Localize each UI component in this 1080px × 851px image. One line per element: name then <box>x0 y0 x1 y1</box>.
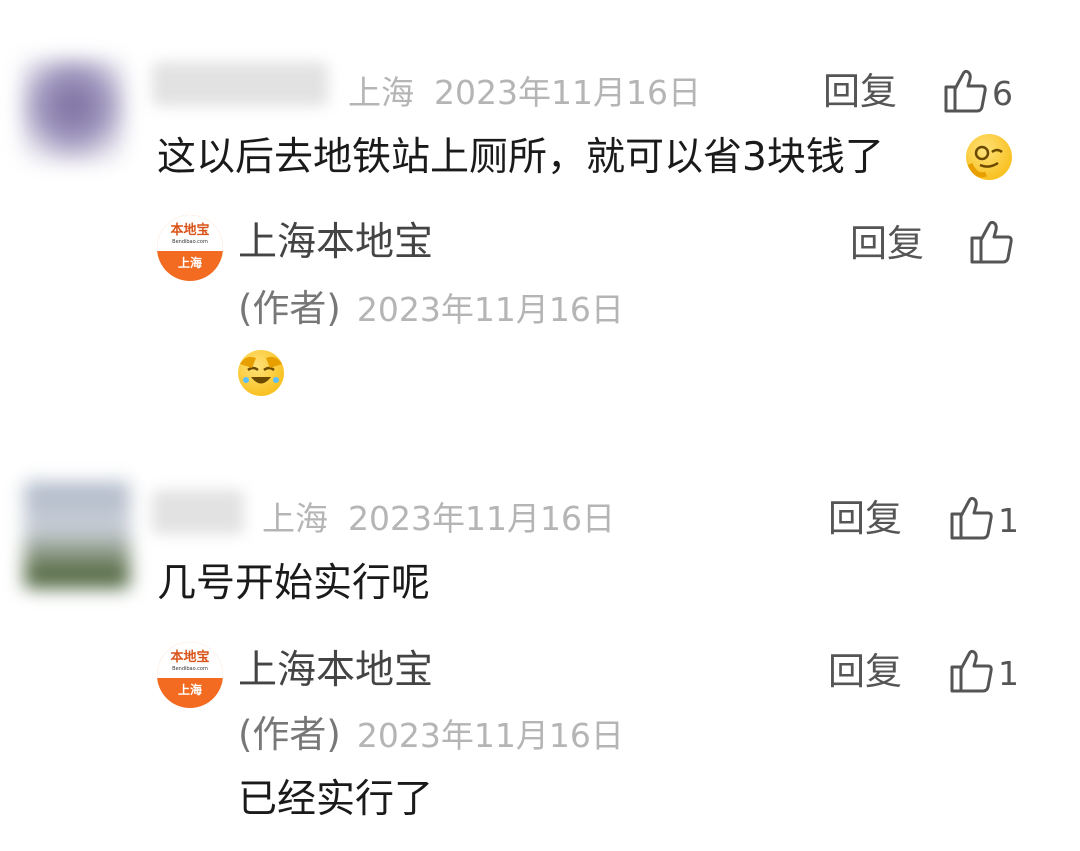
reply-button[interactable]: 回复 <box>828 500 902 537</box>
author-tag: (作者) <box>238 287 341 330</box>
username-blurred[interactable] <box>152 62 328 106</box>
user-avatar[interactable] <box>20 58 126 164</box>
like-button[interactable]: 6 <box>944 68 1013 118</box>
thumbs-up-icon <box>950 495 994 545</box>
reply-text: 已经实行了 <box>238 777 434 822</box>
facepalm-laughing-emoji-icon <box>238 350 284 396</box>
reply-button[interactable]: 回复 <box>828 653 902 690</box>
comment-meta: 上海 2023年11月16日 <box>262 502 615 535</box>
like-count: 6 <box>992 73 1013 113</box>
like-button[interactable] <box>970 219 1014 269</box>
author-name[interactable]: 上海本地宝 <box>238 651 433 690</box>
author-tag: (作者) <box>238 713 341 756</box>
like-button[interactable]: 1 <box>950 495 1019 545</box>
username-blurred[interactable] <box>152 490 244 534</box>
date-label: 2023年11月16日 <box>356 290 624 329</box>
author-logo[interactable]: 本地宝 Bendibao.com 上海 <box>157 642 223 708</box>
reply-button[interactable]: 回复 <box>850 225 924 262</box>
comment-meta: 上海 2023年11月16日 <box>348 76 701 109</box>
like-count: 1 <box>998 500 1019 540</box>
date-label: 2023年11月16日 <box>348 499 615 538</box>
user-avatar[interactable] <box>24 482 130 588</box>
comment-text: 这以后去地铁站上厕所，就可以省3块钱了 <box>157 135 884 180</box>
author-logo[interactable]: 本地宝 Bendibao.com 上海 <box>157 215 223 281</box>
location-label: 上海 <box>348 73 414 112</box>
thumbs-up-icon <box>944 68 988 118</box>
reply-button[interactable]: 回复 <box>823 73 897 110</box>
thumbs-up-icon <box>970 219 1014 269</box>
thumbs-up-icon <box>950 648 994 698</box>
smirking-monocle-emoji-icon <box>966 134 1012 180</box>
location-label: 上海 <box>262 499 328 538</box>
comment-text: 几号开始实行呢 <box>157 561 431 606</box>
date-label: 2023年11月16日 <box>434 73 701 112</box>
like-count: 1 <box>998 653 1019 693</box>
like-button[interactable]: 1 <box>950 648 1019 698</box>
date-label: 2023年11月16日 <box>356 716 624 755</box>
author-meta: (作者) 2023年11月16日 <box>238 716 624 753</box>
author-meta: (作者) 2023年11月16日 <box>238 290 624 327</box>
author-name[interactable]: 上海本地宝 <box>238 223 433 262</box>
